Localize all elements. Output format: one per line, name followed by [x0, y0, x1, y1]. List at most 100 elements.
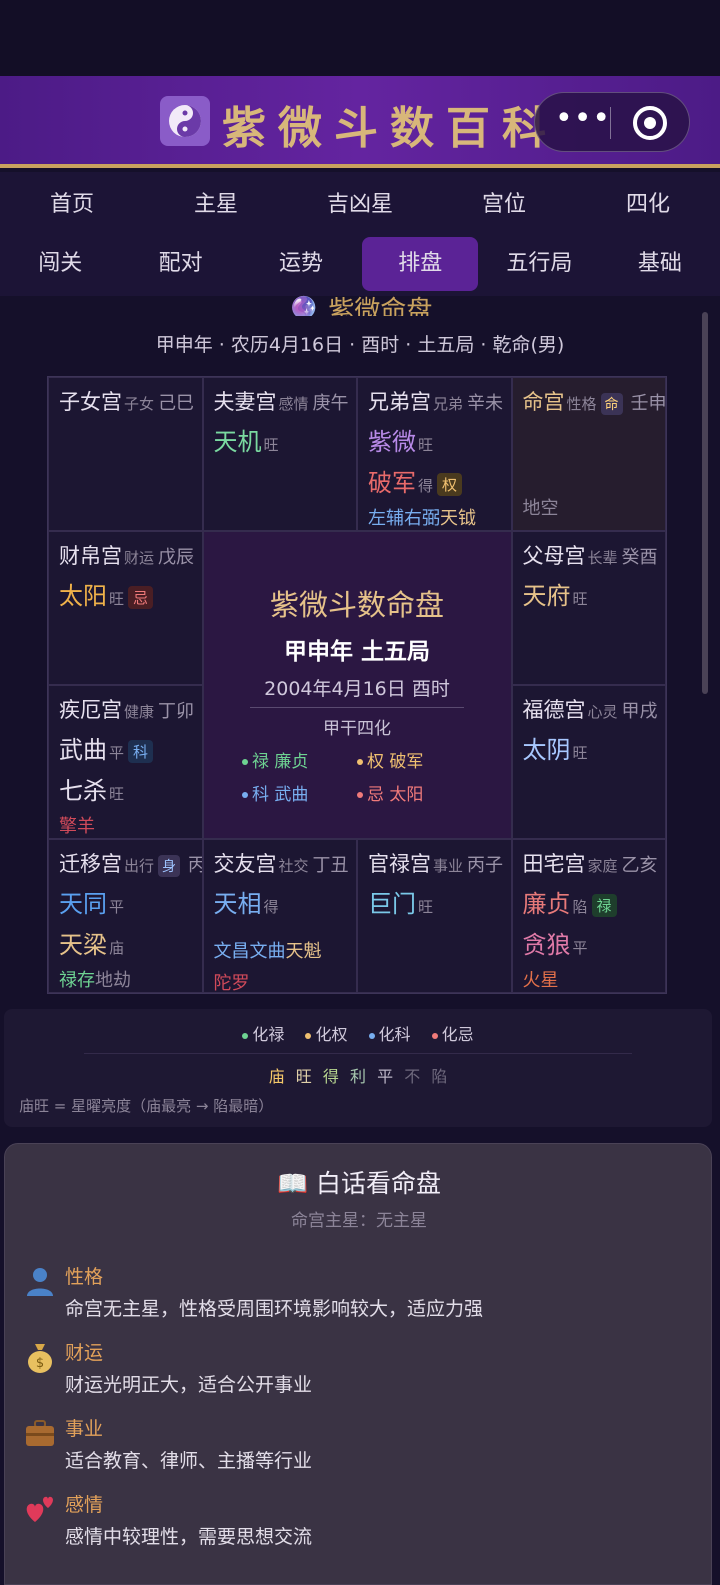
nav-item-lucky-stars[interactable]: 吉凶星 [288, 186, 432, 218]
chart-center: 紫微斗数命盘 甲申年 土五局 2004年4月16日 酉时 甲干四化 禄 廉贞 权… [202, 531, 512, 839]
nav-item-palaces[interactable]: 宫位 [432, 186, 576, 218]
section-head: 财运 [65, 1342, 104, 1364]
palace-name: 官禄宫 [368, 852, 431, 876]
major-star: 天府旺 [522, 582, 588, 610]
brightness-wang: 旺 [295, 1067, 312, 1086]
palace-name: 迁移宫 [59, 852, 122, 876]
palace-jie[interactable]: 疾厄宫 健康 丁卯 武曲平科 七杀旺 擎羊 [48, 685, 203, 839]
sihua-lu: 禄 廉贞 [242, 747, 357, 772]
brightness-miao: 庙 [268, 1067, 285, 1086]
sihua-list: 禄 廉贞 权 破军 科 武曲 忌 太阳 [242, 747, 472, 805]
palace-tianzhai[interactable]: 田宅宫 家庭 乙亥 廉贞陷禄 贪狼平 火星 [511, 839, 666, 993]
palace-fumu[interactable]: 父母宫 长辈 癸酉 天府旺 [511, 531, 666, 685]
major-star: 天同平 [59, 890, 125, 918]
palace-name: 夫妻宫 [213, 390, 277, 414]
palace-ganzhi: 癸酉 [621, 547, 658, 568]
minor-stars: 陀罗 [213, 973, 250, 993]
palace-name: 父母宫 [522, 544, 586, 568]
nav-item-basics[interactable]: 基础 [600, 237, 720, 291]
palace-qianyi[interactable]: 迁移宫出行身丙 天同平 天梁庙 禄存地劫 [48, 839, 203, 993]
section-body: 感情中较理性，需要思想交流 [65, 1526, 313, 1548]
scrollbar[interactable] [702, 312, 708, 694]
palace-ganzhi: 丁卯 [158, 701, 195, 722]
nav-item-home[interactable]: 首页 [0, 186, 144, 218]
section-body: 命宫无主星，性格受周围环境影响较大，适应力强 [65, 1298, 484, 1320]
section-head: 事业 [65, 1418, 104, 1440]
palace-grid: 子女宫 子女 己巳 夫妻宫 感情 庚午 天机旺 兄弟宫 兄弟 辛未 紫微旺 破军得权 左辅右… [47, 376, 667, 994]
sihua-ke: 科 武曲 [242, 780, 357, 805]
section-head: 性格 [65, 1266, 104, 1288]
center-year: 甲申年 土五局 [283, 639, 430, 665]
briefcase-icon [26, 1420, 54, 1446]
sihua-badge: 权 [437, 472, 463, 496]
close-target-icon[interactable] [633, 106, 667, 140]
major-star: 七杀旺 [59, 777, 125, 805]
palace-xiongdi[interactable]: 兄弟宫兄弟辛未 紫微旺 破军得权 左辅右弼天钺 铃星 [357, 377, 512, 531]
palace-ganzhi: 丙子 [467, 855, 504, 876]
legend-divider [84, 1053, 632, 1054]
more-menu-button[interactable]: ••• [555, 101, 611, 136]
major-star: 廉贞陷禄 [523, 884, 656, 919]
major-star: 紫微旺 [368, 428, 434, 456]
yin-yang-icon [160, 96, 210, 146]
palace-sub: 健康 [124, 703, 155, 721]
palace-sub: 性格 [566, 395, 597, 413]
person-icon [27, 1268, 53, 1296]
book-icon: 📖 [276, 1169, 309, 1198]
app-title: 紫微斗数百科 [222, 103, 558, 154]
minor-stars: 地空 [522, 498, 559, 519]
major-star: 太阳旺忌 [59, 576, 192, 611]
body-tag: 身 [158, 855, 181, 877]
major-star: 天梁庙 [59, 931, 125, 959]
nav-item-wuxing[interactable]: 五行局 [479, 237, 599, 291]
sihua-ji: 忌 太阳 [357, 780, 472, 805]
nav-item-fortune[interactable]: 运势 [241, 237, 361, 291]
palace-ganzhi: 甲戌 [621, 701, 658, 722]
minor-stars: 擎羊 [59, 816, 95, 837]
brightness-de: 得 [322, 1067, 339, 1086]
palace-sub: 家庭 [587, 857, 618, 875]
brightness-ping: 平 [377, 1067, 394, 1086]
palace-fude[interactable]: 福德宫 心灵 甲戌 太阴旺 [511, 685, 666, 839]
palace-ganzhi: 丁丑 [312, 855, 349, 876]
panel-title: 📖 白话看命盘 [276, 1169, 442, 1198]
palace-jiaoyou[interactable]: 交友宫 社交 丁丑 天相得 文昌文曲天魁 陀罗 [202, 839, 357, 993]
chart-title: 🔮 紫微命盘 [287, 296, 433, 316]
minor-stars: 禄存地劫 [59, 970, 131, 991]
palace-name: 子女宫 [59, 390, 122, 414]
center-divider [250, 707, 464, 708]
minor-stars: 左辅右弼天钺 [368, 508, 476, 529]
nav-item-match[interactable]: 配对 [120, 237, 240, 291]
palace-zinu[interactable]: 子女宫 子女 己巳 [48, 377, 203, 531]
nav-item-challenge[interactable]: 闯关 [0, 237, 120, 291]
palace-guanlu[interactable]: 官禄宫 事业 丙子 巨门旺 [357, 839, 512, 993]
legend-panel: 化禄 化权 化科 化忌 庙 旺 得 利 平 不 陷 庙旺 = 星曜亮度（庙最亮 … [4, 1009, 712, 1127]
capsule-divider [610, 107, 611, 139]
nav-item-chart[interactable]: 排盘 [362, 237, 479, 291]
nav-item-sihua[interactable]: 四化 [576, 186, 720, 218]
section-body: 财运光明正大，适合公开事业 [65, 1374, 313, 1396]
panel-subtitle: 命宫主星：无主星 [291, 1211, 427, 1231]
minor-stars: 火星 [522, 970, 559, 991]
palace-name: 交友宫 [213, 852, 277, 876]
palace-ganzhi: 辛未 [467, 393, 504, 414]
legend-lu: 化禄 [242, 1025, 284, 1044]
palace-sub: 子女 [124, 395, 155, 413]
palace-name: 田宅宫 [522, 852, 586, 876]
section-head: 感情 [65, 1494, 104, 1516]
palace-name: 兄弟宫 [368, 390, 431, 414]
palace-sub: 心灵 [587, 703, 618, 721]
palace-name: 福德宫 [522, 698, 586, 722]
palace-sub: 感情 [278, 395, 309, 413]
palace-ming[interactable]: 命宫 性格命壬申 地空 [511, 377, 666, 531]
palace-caibo[interactable]: 财帛宫 财运 戊辰 太阳旺忌 [48, 531, 203, 685]
legend-ke: 化科 [368, 1025, 411, 1044]
nav-item-main-stars[interactable]: 主星 [144, 186, 288, 218]
palace-fuqi[interactable]: 夫妻宫 感情 庚午 天机旺 [202, 377, 357, 531]
plain-reading-panel: 📖 白话看命盘 命宫主星：无主星 性格 命宫无主星，性格受周围环境影响较大，适应… [4, 1143, 712, 1585]
palace-ganzhi: 庚午 [312, 393, 349, 414]
main-nav: 首页 主星 吉凶星 宫位 四化 闯关 配对 运势 排盘 五行局 基础 [0, 172, 720, 296]
mini-program-capsule[interactable]: ••• [534, 92, 690, 152]
palace-ganzhi: 壬申 [630, 393, 666, 414]
sihua-legend: 化禄 化权 化科 化忌 [4, 1021, 712, 1045]
